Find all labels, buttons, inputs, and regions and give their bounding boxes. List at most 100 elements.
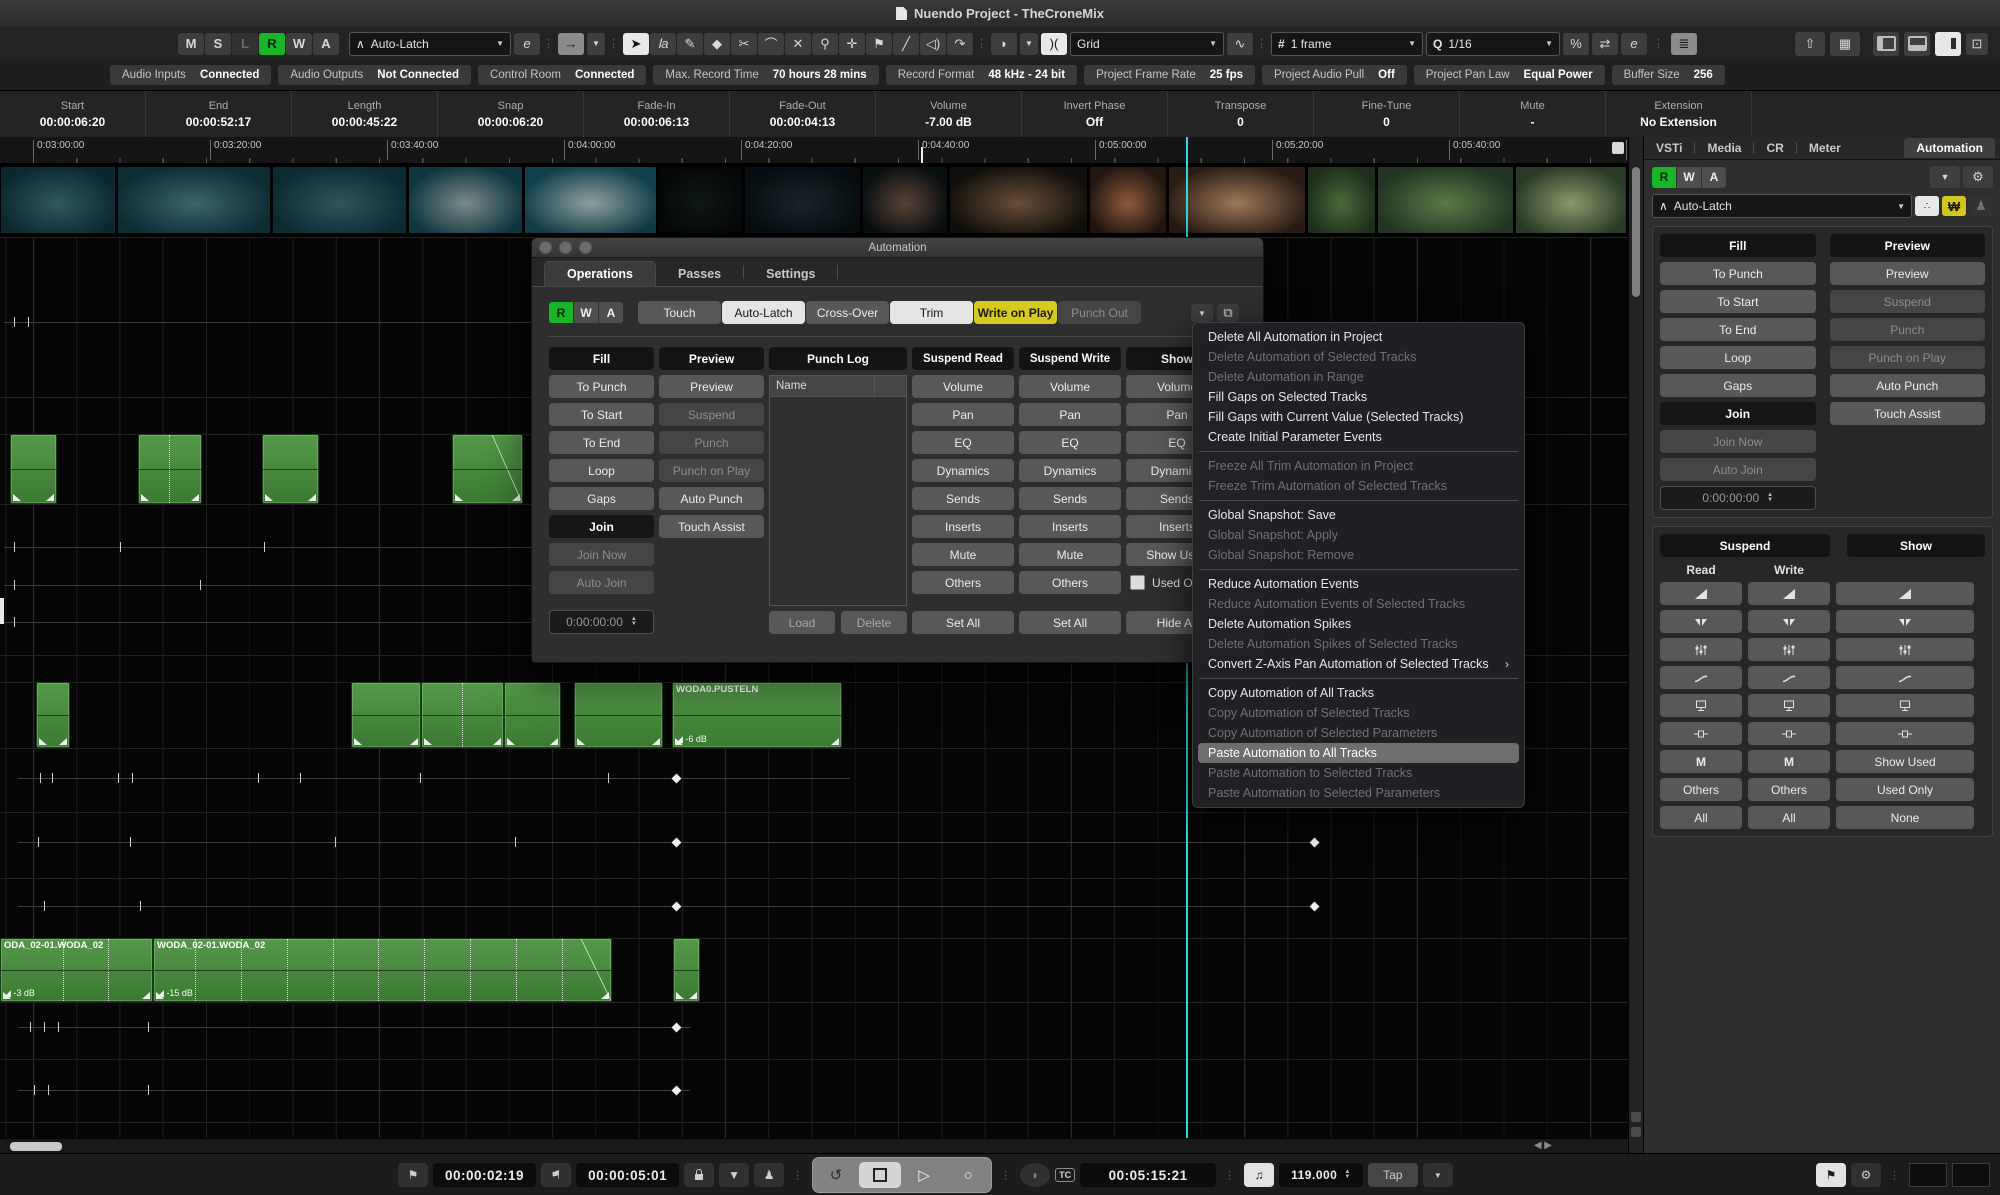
suspend-read-dynamics-button[interactable] (1660, 666, 1742, 689)
menu-item[interactable] (1199, 451, 1518, 452)
audio-event[interactable] (262, 434, 319, 504)
quantize-select[interactable]: Q 1/16 ▼ (1426, 32, 1560, 56)
suspend-write-pan-button[interactable] (1748, 610, 1830, 633)
write-all-button[interactable]: W (1677, 167, 1701, 188)
menu-item[interactable]: Delete All Automation in Project (1198, 327, 1519, 347)
tab-meter[interactable]: Meter (1797, 138, 1853, 158)
fade-out-handle[interactable] (59, 738, 67, 745)
panel-menu-button[interactable]: ▼ (1930, 166, 1960, 188)
suspend-read-param-button[interactable]: Dynamics (912, 459, 1014, 482)
audio-event[interactable]: ODA_02-01.WODA_02◢ -3 dB (0, 938, 153, 1002)
show-pan-button[interactable] (1836, 610, 1974, 633)
tempo-display[interactable]: 119.000 ▲▼ (1279, 1163, 1363, 1187)
preview-button[interactable]: Suspend (659, 403, 764, 426)
info-field[interactable]: Length 00:00:45:22 (292, 91, 438, 138)
fill-button[interactable]: Loop (1660, 346, 1816, 369)
fill-button[interactable]: To End (1660, 318, 1816, 341)
automation-node[interactable] (1310, 902, 1320, 912)
fill-button[interactable]: Auto Join (1660, 458, 1816, 481)
fade-out-handle[interactable] (831, 738, 839, 745)
punch-log-list[interactable]: Name (769, 375, 907, 606)
nudge-options-icon[interactable]: ▼ (1020, 33, 1038, 55)
automation-mode-button[interactable]: Auto-Latch (722, 301, 805, 324)
fill-button[interactable]: Join (549, 515, 654, 538)
tap-tempo-button[interactable]: Tap (1368, 1163, 1418, 1187)
write-all-button[interactable]: W (286, 33, 312, 55)
audio-event[interactable] (10, 434, 57, 504)
automation-mode-button[interactable]: Punch Out (1058, 301, 1141, 324)
suspend-write-param-button[interactable]: Sends (1019, 487, 1121, 510)
fill-button[interactable]: To Punch (1660, 262, 1816, 285)
show-sends-button[interactable] (1836, 694, 1974, 717)
go-to-right-locator-button[interactable]: ⚑ (541, 1163, 571, 1187)
fill-button[interactable]: Join Now (1660, 430, 1816, 453)
fill-button[interactable]: To Start (1660, 290, 1816, 313)
audio-event[interactable] (452, 434, 523, 504)
primary-time-display[interactable]: 00:05:15:21 (1080, 1163, 1216, 1187)
metronome-button[interactable]: ♫ (1244, 1163, 1274, 1187)
audio-alignment-button[interactable]: ≣ (1671, 33, 1697, 55)
preview-button[interactable]: Preview (659, 375, 764, 398)
status-item[interactable]: Project Frame Rate 25 fps (1084, 65, 1255, 85)
gear-icon[interactable]: ⚙ (1851, 1163, 1881, 1187)
automation-mode-select[interactable]: ∧ Auto-Latch ▼ (1652, 194, 1912, 218)
suspend-all-button[interactable]: A (313, 33, 339, 55)
automation-curve[interactable] (18, 842, 1320, 843)
fill-button[interactable]: Auto Join (549, 571, 654, 594)
menu-item[interactable]: Copy Automation of Selected Parameters (1198, 723, 1519, 743)
suspend-write-dynamics-button[interactable] (1748, 666, 1830, 689)
suspend-write-all-button[interactable]: All (1748, 806, 1830, 829)
write-enable-icon[interactable]: ₩ (1942, 196, 1966, 216)
zoom-controls[interactable]: ◀ ▶ (1534, 1140, 1552, 1151)
punch-in-button[interactable]: ▼ (719, 1163, 749, 1187)
on-screen-keyboard-button[interactable]: ▦ (1830, 32, 1860, 56)
menu-item[interactable]: Delete Automation Spikes of Selected Tra… (1198, 634, 1519, 654)
range-selection-tool[interactable]: Ⅰa (650, 33, 676, 55)
menu-item[interactable]: Paste Automation to Selected Tracks (1198, 763, 1519, 783)
automation-mode-button[interactable]: Write on Play (974, 301, 1057, 324)
preview-button[interactable]: Touch Assist (1830, 402, 1986, 425)
timecode-format-badge[interactable]: TC (1055, 1168, 1075, 1182)
status-item[interactable]: Audio Outputs Not Connected (278, 65, 471, 85)
suspend-all-button[interactable]: A (1702, 167, 1726, 188)
zoom-tool[interactable]: ⚲ (812, 33, 838, 55)
fade-out-handle[interactable] (142, 992, 150, 999)
fade-out-handle[interactable] (550, 738, 558, 745)
menu-item[interactable]: Global Snapshot: Apply (1198, 525, 1519, 545)
suspend-write-param-button[interactable]: Pan (1019, 403, 1121, 426)
automation-mode-button[interactable]: Cross-Over (806, 301, 889, 324)
menu-item[interactable]: Freeze All Trim Automation in Project (1198, 456, 1519, 476)
info-field[interactable]: Extension No Extension (1606, 91, 1752, 138)
preroll-button[interactable]: ◗ (1020, 1163, 1050, 1187)
listen-all-button[interactable]: L (232, 33, 258, 55)
preview-button[interactable]: Auto Punch (659, 487, 764, 510)
show-used-button[interactable]: Show Used (1836, 750, 1974, 773)
suspend-read-eq-button[interactable] (1660, 638, 1742, 661)
tab-automation[interactable]: Automation (1904, 138, 1995, 158)
audio-event[interactable] (138, 434, 202, 504)
automation-node[interactable] (672, 838, 682, 848)
draw-tool[interactable]: ✎ (677, 33, 703, 55)
lower-zone-toggle[interactable] (1904, 32, 1930, 56)
info-field[interactable]: Fade-In 00:00:06:13 (584, 91, 730, 138)
fill-button[interactable]: Join (1660, 402, 1816, 425)
vertical-scrollbar-handle[interactable] (1632, 167, 1640, 297)
preview-button[interactable]: Punch (1830, 318, 1986, 341)
audio-event[interactable] (421, 682, 504, 748)
fade-out-handle[interactable] (689, 992, 697, 999)
automation-mode-select[interactable]: ∧ Auto-Latch ▼ (349, 32, 511, 56)
show-inserts-button[interactable] (1836, 722, 1974, 745)
copy-page-icon[interactable]: ⧉ (1217, 304, 1239, 322)
audio-event[interactable] (574, 682, 663, 748)
functions-menu-button[interactable]: ▼ (1191, 304, 1213, 322)
fade-out-handle[interactable] (410, 738, 418, 745)
iterative-quantize-button[interactable]: % (1563, 33, 1589, 55)
menu-item[interactable]: Copy Automation of All Tracks (1198, 683, 1519, 703)
fade-in-handle[interactable] (424, 738, 432, 745)
mute-tool[interactable]: ✕ (785, 33, 811, 55)
solo-all-button[interactable]: S (205, 33, 231, 55)
automation-curve[interactable] (18, 1090, 690, 1091)
go-to-left-locator-button[interactable]: ⚑ (398, 1163, 428, 1187)
used-only-checkbox[interactable] (1130, 575, 1145, 590)
suspend-read-param-button[interactable]: Others (912, 571, 1014, 594)
